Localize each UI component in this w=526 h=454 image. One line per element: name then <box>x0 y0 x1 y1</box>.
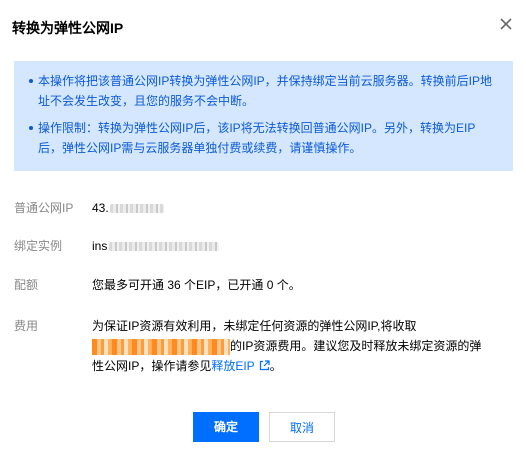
fee-line-3-text: 性公网IP，操作请参见 <box>92 359 212 373</box>
external-link-icon <box>259 357 270 377</box>
fee-value: 为保证IP资源有效利用，未绑定任何资源的弹性公网IP,将收取 的IP资源费用。建… <box>92 316 512 377</box>
redacted-ip <box>109 204 164 214</box>
fee-line-3-end: 。 <box>269 359 282 373</box>
instance-value: ins <box>92 236 512 256</box>
quota-value: 您最多可开通 36 个EIP，已开通 0 个。 <box>92 278 301 292</box>
confirm-button[interactable]: 确定 <box>193 412 259 442</box>
convert-eip-dialog: 转换为弹性公网IP 本操作将把该普通公网IP转换为弹性公网IP，并保持绑定当前云… <box>0 0 526 454</box>
cancel-button[interactable]: 取消 <box>269 412 335 442</box>
fee-label: 费用 <box>14 319 39 333</box>
close-icon[interactable] <box>498 16 514 32</box>
fee-line-1: 为保证IP资源有效利用，未绑定任何资源的弹性公网IP,将收取 <box>92 319 417 333</box>
release-eip-link-label: 释放EIP <box>211 359 255 373</box>
instance-label: 绑定实例 <box>14 239 63 253</box>
fee-line-2-text: 的IP资源费用。建议您及时释放未绑定资源的弹 <box>230 339 482 353</box>
notice-item: 本操作将把该普通公网IP转换为弹性公网IP，并保持绑定当前云服务器。转换前后IP… <box>29 71 495 111</box>
release-eip-link[interactable]: 释放EIP <box>211 359 270 373</box>
redacted-instance <box>109 242 220 252</box>
public-ip-value: 43. <box>92 198 512 218</box>
quota-label: 配额 <box>14 278 39 292</box>
notice-box: 本操作将把该普通公网IP转换为弹性公网IP，并保持绑定当前云服务器。转换前后IP… <box>14 61 513 171</box>
public-ip-prefix: 43. <box>92 201 109 215</box>
notice-item: 操作限制：转换为弹性公网IP后，该IP将无法转换回普通公网IP。另外，转换为EI… <box>29 118 495 158</box>
fee-line-3: 性公网IP，操作请参见释放EIP 。 <box>92 356 512 377</box>
instance-prefix: ins <box>92 239 108 253</box>
dialog-title: 转换为弹性公网IP <box>12 20 124 36</box>
redacted-fee-amount <box>92 338 230 355</box>
fee-line-2: 的IP资源费用。建议您及时释放未绑定资源的弹 <box>92 336 512 356</box>
public-ip-label: 普通公网IP <box>14 201 74 215</box>
